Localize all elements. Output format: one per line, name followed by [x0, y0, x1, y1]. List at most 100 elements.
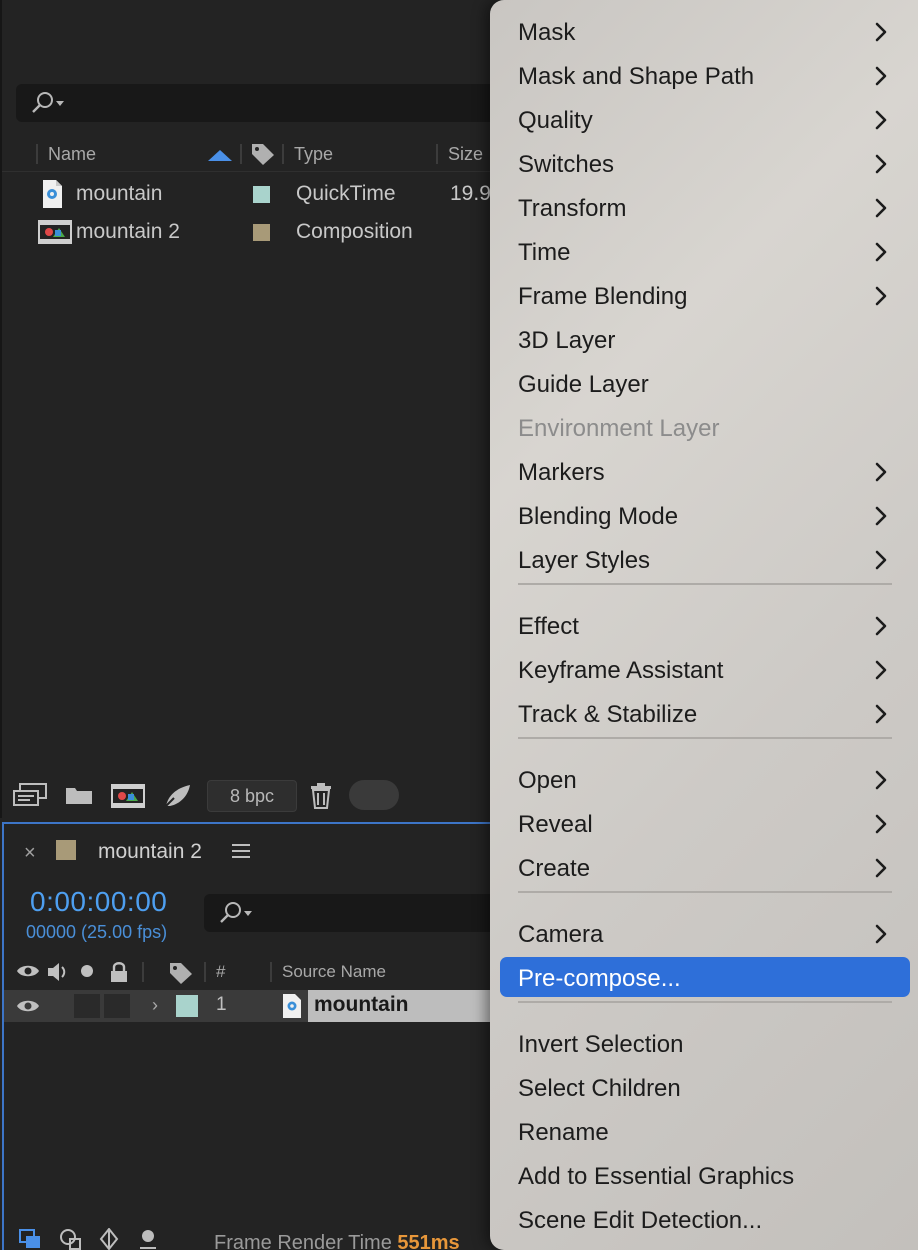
menu-item-label: Camera	[518, 921, 604, 948]
column-type[interactable]: Type	[294, 144, 333, 165]
column-separator	[240, 144, 242, 164]
eye-icon[interactable]	[16, 996, 40, 1016]
flowchart-toggle[interactable]	[349, 780, 399, 810]
menu-item-label: Layer Styles	[518, 547, 651, 574]
menu-item-label: Rename	[518, 1119, 609, 1146]
audio-speaker-icon[interactable]	[46, 961, 70, 983]
menu-item-markers[interactable]: Markers	[500, 451, 910, 491]
column-separator	[142, 962, 144, 982]
lock-icon[interactable]	[108, 961, 130, 983]
menu-item-reveal[interactable]: Reveal	[500, 803, 910, 843]
sort-ascending-icon[interactable]	[206, 148, 234, 162]
menu-item-scene-edit-detection[interactable]: Scene Edit Detection...	[500, 1199, 910, 1239]
solo-switch[interactable]	[74, 994, 100, 1018]
menu-item-frame-blending[interactable]: Frame Blending	[500, 275, 910, 315]
layer-context-menu: Mask Mask and Shape Path Quality Switches Tr…	[490, 0, 918, 1250]
project-item-name: mountain	[76, 182, 163, 205]
new-composition-icon[interactable]	[110, 782, 146, 810]
bit-depth-button[interactable]: 8 bpc	[207, 780, 297, 812]
menu-separator	[518, 737, 892, 739]
menu-item-invert-selection[interactable]: Invert Selection	[500, 1023, 910, 1063]
interpret-footage-icon[interactable]	[12, 782, 48, 808]
chevron-right-icon	[875, 814, 887, 834]
keyframe-icon[interactable]	[96, 1228, 122, 1250]
solo-dot-icon[interactable]	[78, 961, 96, 981]
project-item-size: 19.9	[450, 182, 491, 205]
motion-blur-icon[interactable]	[134, 1228, 162, 1250]
column-size[interactable]: Size	[448, 144, 483, 165]
menu-separator	[518, 891, 892, 893]
chevron-right-icon	[875, 858, 887, 878]
chevron-right-icon	[875, 924, 887, 944]
chevron-right-icon	[875, 22, 887, 42]
menu-separator	[518, 1001, 892, 1003]
menu-item-effect[interactable]: Effect	[500, 605, 910, 645]
menu-item-label: Reveal	[518, 811, 593, 838]
label-tag-icon[interactable]	[168, 961, 194, 985]
menu-item-label: Markers	[518, 459, 605, 486]
menu-item-pre-compose[interactable]: Pre-compose...	[500, 957, 910, 997]
menu-item-label: Keyframe Assistant	[518, 657, 724, 684]
menu-item-camera[interactable]: Camera	[500, 913, 910, 953]
menu-item-rename[interactable]: Rename	[500, 1111, 910, 1151]
menu-item-mask-and-shape-path[interactable]: Mask and Shape Path	[500, 55, 910, 95]
frame-rate-readout: 00000 (25.00 fps)	[26, 922, 168, 942]
column-separator	[282, 144, 284, 164]
shapes-icon[interactable]	[58, 1228, 84, 1250]
chevron-right-icon	[875, 704, 887, 724]
label-color-swatch[interactable]	[253, 224, 270, 241]
menu-item-label: Mask and Shape Path	[518, 63, 755, 90]
menu-item-guide-layer[interactable]: Guide Layer	[500, 363, 910, 403]
menu-item-open[interactable]: Open	[500, 759, 910, 799]
project-item-type: Composition	[296, 220, 413, 243]
menu-item-label: Add to Essential Graphics	[518, 1163, 795, 1190]
label-tag-icon[interactable]	[250, 142, 276, 166]
menu-item-label: Environment Layer	[518, 415, 720, 442]
chevron-right-icon	[875, 110, 887, 130]
layer-name[interactable]: mountain	[314, 993, 409, 1017]
eye-icon[interactable]	[16, 961, 40, 981]
menu-item-label: Pre-compose...	[518, 965, 681, 992]
label-color-swatch[interactable]	[176, 995, 198, 1017]
menu-item-add-to-essential-graphics[interactable]: Add to Essential Graphics	[500, 1155, 910, 1195]
label-color-swatch[interactable]	[253, 186, 270, 203]
menu-item-switches[interactable]: Switches	[500, 143, 910, 183]
menu-item-mask[interactable]: Mask	[500, 11, 910, 51]
column-layer-number: #	[216, 962, 226, 981]
chevron-right-icon	[875, 286, 887, 306]
menu-item-time[interactable]: Time	[500, 231, 910, 271]
trash-icon[interactable]	[308, 782, 334, 810]
column-source-name[interactable]: Source Name	[282, 962, 386, 982]
menu-item-blending-mode[interactable]: Blending Mode	[500, 495, 910, 535]
folder-icon[interactable]	[64, 782, 94, 808]
timeline-search-input[interactable]	[204, 894, 524, 932]
layer-switches-icon[interactable]	[18, 1228, 44, 1250]
chevron-right-icon	[875, 462, 887, 482]
menu-item-create[interactable]: Create	[500, 847, 910, 887]
chevron-right-icon[interactable]: ›	[152, 995, 158, 1016]
quicktime-file-icon	[283, 994, 301, 1018]
menu-item-label: Time	[518, 239, 571, 266]
menu-item-label: Select Children	[518, 1075, 681, 1102]
close-icon[interactable]: ×	[24, 842, 36, 865]
project-item-name: mountain 2	[76, 220, 180, 243]
menu-item-track-and-stabilize[interactable]: Track & Stabilize	[500, 693, 910, 733]
menu-item-label: Transform	[518, 195, 627, 222]
panel-menu-icon[interactable]	[231, 842, 251, 860]
menu-item-label: 3D Layer	[518, 327, 616, 354]
menu-item-transform[interactable]: Transform	[500, 187, 910, 227]
menu-item-layer-styles[interactable]: Layer Styles	[500, 539, 910, 579]
render-queue-icon[interactable]	[162, 782, 194, 810]
menu-item-quality[interactable]: Quality	[500, 99, 910, 139]
layer-index: 1	[216, 994, 227, 1015]
menu-item-environment-layer: Environment Layer	[500, 407, 910, 447]
menu-item-label: Scene Edit Detection...	[518, 1207, 763, 1234]
chevron-right-icon	[875, 198, 887, 218]
project-search-input[interactable]	[16, 84, 536, 122]
lock-switch[interactable]	[104, 994, 130, 1018]
current-timecode[interactable]: 0:00:00:00	[30, 886, 167, 918]
menu-item-keyframe-assistant[interactable]: Keyframe Assistant	[500, 649, 910, 689]
column-name[interactable]: Name	[48, 144, 96, 165]
menu-item-select-children[interactable]: Select Children	[500, 1067, 910, 1107]
menu-item-3d-layer[interactable]: 3D Layer	[500, 319, 910, 359]
